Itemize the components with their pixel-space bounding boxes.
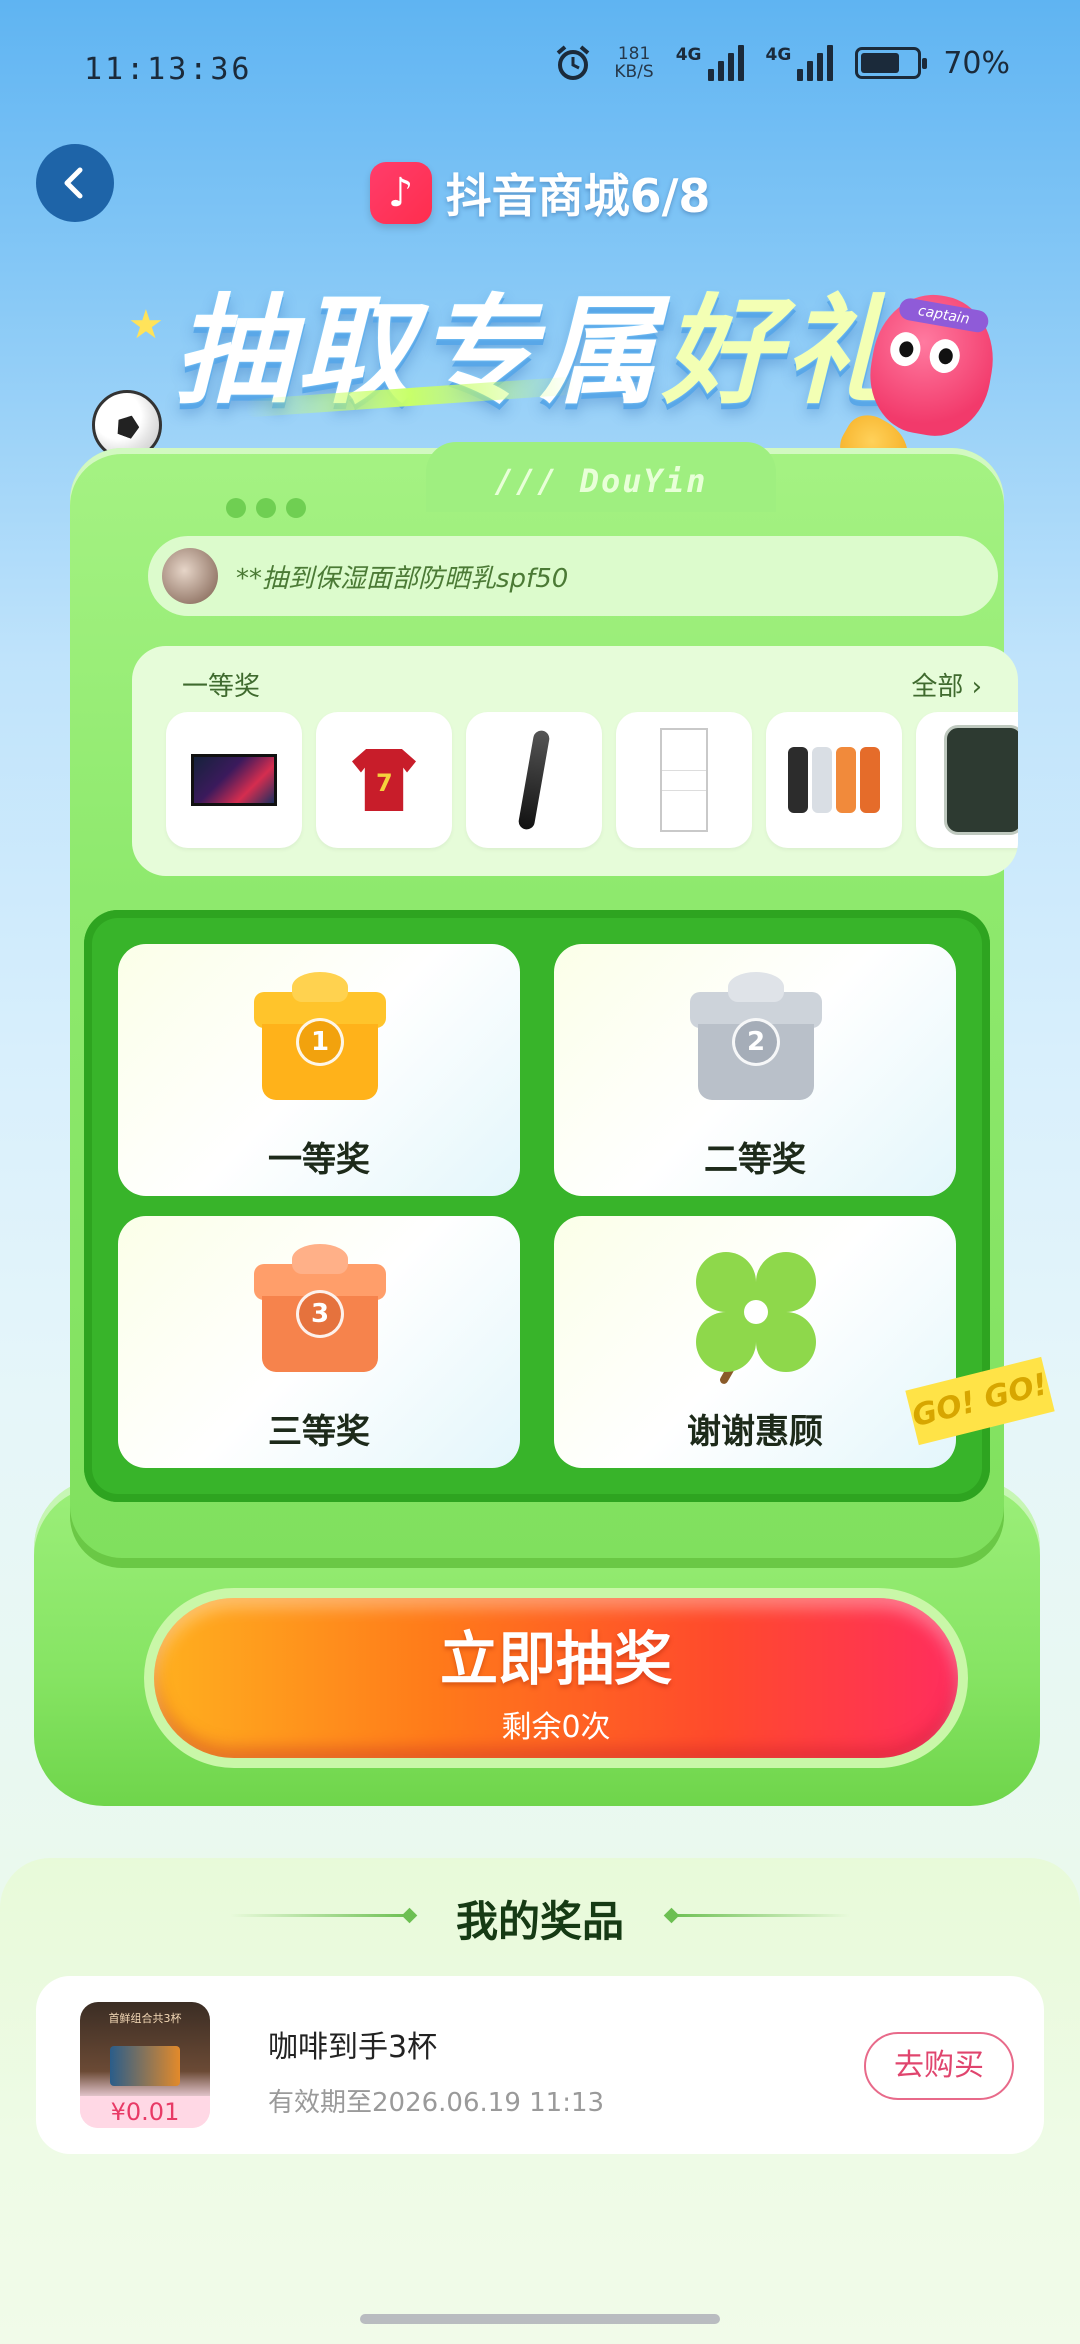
machine-tab: /// DouYin <box>426 442 776 512</box>
phones-icon <box>788 747 880 813</box>
phone-icon <box>944 725 1018 835</box>
prize-cell-third[interactable]: 3 三等奖 <box>118 1216 520 1468</box>
coffee-pack-icon <box>110 2046 180 2086</box>
medal-number: 3 <box>296 1290 344 1338</box>
mascot-eye <box>887 329 924 369</box>
prize-thumb[interactable] <box>166 712 302 848</box>
status-time: 11:13:36 <box>84 52 253 87</box>
status-icons: 181 KB/S 4G 4G 70% <box>554 44 1010 82</box>
prize-thumb[interactable] <box>316 712 452 848</box>
prize-price: ¥0.01 <box>80 2096 210 2128</box>
prize-thumb[interactable] <box>616 712 752 848</box>
prize-name: 咖啡到手3杯 <box>268 2030 438 2065</box>
tv-icon <box>191 754 277 806</box>
medal-number: 1 <box>296 1018 344 1066</box>
bronze-gift-icon: 3 <box>254 1244 386 1372</box>
gold-gift-icon: 1 <box>254 972 386 1100</box>
brand-name: 抖音商城6/8 <box>445 169 711 223</box>
avatar <box>162 548 218 604</box>
brand-header: ♪ 抖音商城6/8 <box>0 160 1080 226</box>
headline-part2: 好礼 <box>662 282 907 420</box>
prize-tier-label: 一等奖 <box>182 672 261 702</box>
alarm-icon <box>557 45 590 80</box>
machine-tab-label: /// DouYin <box>494 462 708 500</box>
prize-image-caption: 首鲜组合共3杯 <box>108 2012 182 2025</box>
prize-showcase: 一等奖 全部 › <box>132 646 1018 876</box>
medal-number: 2 <box>732 1018 780 1066</box>
net-speed-unit: KB/S <box>614 62 654 82</box>
prize-card[interactable]: 首鲜组合共3杯 ¥0.01 咖啡到手3杯 有效期至2026.06.19 11:1… <box>36 1976 1044 2154</box>
status-bar: 11:13:36 181 KB/S 4G 4G 70% <box>0 0 1080 140</box>
title-divider <box>670 1914 850 1917</box>
prize-cell-label: 一等奖 <box>268 1140 370 1180</box>
mascot-eye <box>927 336 963 376</box>
prize-cell-label: 三等奖 <box>268 1412 370 1452</box>
signal-2-icon: 4G <box>766 45 834 81</box>
draw-button-frame: 立即抽奖 剩余0次 <box>144 1588 968 1768</box>
prize-thumb[interactable] <box>466 712 602 848</box>
signal-1-icon: 4G <box>676 45 744 81</box>
prize-expiry: 有效期至2026.06.19 11:13 <box>268 2088 605 2118</box>
prize-cell-label: 谢谢惠顾 <box>687 1412 823 1452</box>
prize-cell-first[interactable]: 1 一等奖 <box>118 944 520 1196</box>
machine-dots <box>226 498 306 518</box>
prize-thumb[interactable] <box>916 712 1018 848</box>
prize-grid: 1 一等奖 2 二等奖 3 三等奖 谢谢惠顾 <box>84 910 990 1502</box>
winner-ticker: **抽到保湿面部防晒乳spf50 <box>148 536 998 616</box>
prize-cell-thanks[interactable]: 谢谢惠顾 <box>554 1216 956 1468</box>
signal-1-label: 4G <box>675 45 702 65</box>
draw-button-label: 立即抽奖 <box>439 1625 672 1693</box>
silver-gift-icon: 2 <box>690 972 822 1100</box>
buy-button[interactable]: 去购买 <box>864 2032 1014 2100</box>
signal-2-label: 4G <box>765 45 792 65</box>
prize-thumbnails <box>166 712 1018 848</box>
prize-cell-second[interactable]: 2 二等奖 <box>554 944 956 1196</box>
prize-thumb[interactable] <box>766 712 902 848</box>
net-speed-value: 181 <box>617 44 651 64</box>
battery-percent: 70% <box>943 45 1010 81</box>
draw-button[interactable]: 立即抽奖 剩余0次 <box>154 1598 958 1758</box>
winner-text: **抽到保湿面部防晒乳spf50 <box>236 563 569 594</box>
prize-cell-label: 二等奖 <box>704 1140 806 1180</box>
fridge-icon <box>660 728 708 832</box>
chevron-right-icon: › <box>971 672 982 702</box>
view-all-label: 全部 <box>911 672 964 702</box>
hair-styler-icon <box>517 729 551 831</box>
jersey-icon <box>352 749 416 811</box>
clover-icon <box>694 1250 818 1386</box>
prize-image: 首鲜组合共3杯 ¥0.01 <box>80 2002 210 2128</box>
douyin-mall-logo-icon: ♪ <box>369 162 432 224</box>
view-all-link[interactable]: 全部 › <box>911 666 982 703</box>
draw-remaining-count: 剩余0次 <box>501 1710 611 1745</box>
battery-fill <box>861 53 900 73</box>
lottery-machine: /// DouYin **抽到保湿面部防晒乳spf50 一等奖 全部 › 1 一… <box>34 442 1055 1806</box>
my-prizes-section: 我的奖品 首鲜组合共3杯 ¥0.01 咖啡到手3杯 有效期至2026.06.19… <box>0 1858 1080 2344</box>
net-speed: 181 KB/S <box>614 45 653 81</box>
home-indicator[interactable] <box>360 2314 720 2324</box>
battery-icon <box>855 47 928 79</box>
section-title: 我的奖品 <box>455 1897 624 1946</box>
